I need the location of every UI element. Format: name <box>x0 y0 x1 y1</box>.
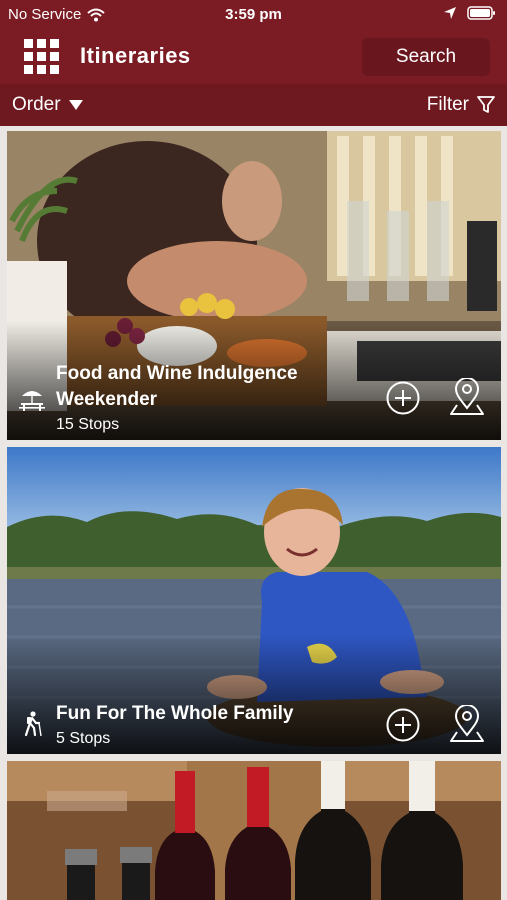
status-bar: No Service 3:59 pm <box>0 0 507 30</box>
itinerary-name: Fun For The Whole Family <box>56 703 294 724</box>
app-header: Itineraries Search <box>0 30 507 84</box>
order-label: Order <box>12 94 61 115</box>
picnic-table-icon <box>19 391 45 411</box>
wine-bottles-photo <box>7 761 501 900</box>
map-pin-icon[interactable] <box>449 378 485 416</box>
grid-menu-icon[interactable] <box>24 39 60 75</box>
itinerary-card[interactable] <box>7 761 501 900</box>
filter-button[interactable]: Filter <box>427 94 495 116</box>
add-circle-icon[interactable] <box>386 381 420 415</box>
status-right <box>443 5 497 21</box>
caret-down-icon <box>68 100 83 110</box>
add-circle-icon[interactable] <box>386 708 420 742</box>
itinerary-card[interactable]: Food and Wine Indulgence Weekender 15 St… <box>7 131 501 440</box>
battery-icon <box>467 6 495 20</box>
itinerary-stops: 15 Stops <box>56 416 120 433</box>
sort-filter-bar: Order Filter <box>0 84 507 126</box>
map-pin-icon[interactable] <box>449 705 485 743</box>
order-button[interactable]: Order <box>12 94 83 116</box>
itinerary-card[interactable]: Fun For The Whole Family 5 Stops <box>7 447 501 754</box>
hiker-icon <box>24 711 42 737</box>
filter-funnel-icon <box>477 96 495 113</box>
status-time: 3:59 pm <box>225 6 282 23</box>
search-button[interactable]: Search <box>362 38 490 76</box>
location-arrow-icon <box>444 7 456 19</box>
page-title: Itineraries <box>80 43 191 68</box>
itinerary-name: Food and Wine Indulgence Weekender <box>56 363 298 410</box>
itinerary-stops: 5 Stops <box>56 730 111 747</box>
filter-label: Filter <box>426 94 469 115</box>
